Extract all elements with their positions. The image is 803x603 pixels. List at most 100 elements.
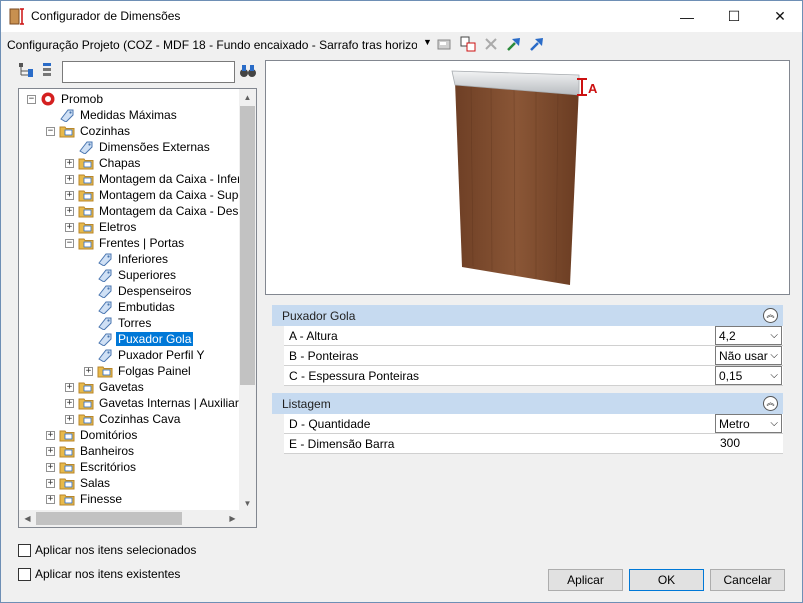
expand-icon[interactable]: + <box>65 222 74 232</box>
espessura-value: 0,15 <box>719 369 743 383</box>
collapse-icon[interactable]: − <box>27 94 36 104</box>
quantidade-value: Metro <box>719 417 750 431</box>
apply-selected-option[interactable]: Aplicar nos itens selecionados <box>18 543 196 557</box>
tree-node[interactable]: + Montagem da Caixa - Inferior <box>65 171 241 187</box>
tree-node-label: Salas <box>80 476 111 490</box>
tree-node-label: Banheiros <box>80 444 135 458</box>
tree-node[interactable]: Inferiores <box>84 251 170 267</box>
expand-icon[interactable]: + <box>65 382 74 392</box>
tree-node[interactable]: + Cozinhas Cava <box>65 411 182 427</box>
apply-existing-label: Aplicar nos itens existentes <box>35 567 181 581</box>
altura-select[interactable]: 4,2 ⌵ <box>715 326 782 345</box>
tree-node[interactable]: − Cozinhas <box>46 123 132 139</box>
chevron-down-icon[interactable]: ⌵ <box>770 418 778 429</box>
tree-node[interactable]: + Eletros <box>65 219 138 235</box>
collapse-icon[interactable]: − <box>46 126 55 136</box>
hscroll-thumb[interactable] <box>36 512 182 525</box>
expand-icon[interactable]: + <box>46 430 55 440</box>
configuration-label[interactable]: Configuração Projeto (COZ - MDF 18 - Fun… <box>7 38 417 52</box>
tree-node[interactable]: Dimensões Externas <box>65 139 212 155</box>
expand-icon[interactable]: + <box>46 478 55 488</box>
expand-icon[interactable]: + <box>65 398 74 408</box>
apply-button[interactable]: Aplicar <box>548 569 623 591</box>
ok-button[interactable]: OK <box>629 569 704 591</box>
tree-node[interactable]: + Banheiros <box>46 443 136 459</box>
expand-icon[interactable]: + <box>46 494 55 504</box>
apply-selected-checkbox[interactable] <box>18 543 31 557</box>
scroll-up-arrow[interactable]: ▲ <box>239 89 256 106</box>
tree-node[interactable]: Embutidas <box>84 299 177 315</box>
group-header[interactable]: Listagem ︽ <box>272 393 783 414</box>
close-button[interactable]: ✕ <box>757 1 803 32</box>
ponteiras-select[interactable]: Não usar ⌵ <box>715 346 782 365</box>
expand-icon[interactable]: + <box>65 414 74 424</box>
tree-node[interactable]: + Gavetas Internas | Auxiliares <box>65 395 241 411</box>
collapse-icon[interactable]: ︽ <box>763 396 778 411</box>
chevron-down-icon[interactable]: ▼ <box>423 37 432 47</box>
export-icon[interactable] <box>528 35 546 53</box>
tree-node[interactable]: Puxador Gola <box>84 331 194 347</box>
chevron-down-icon[interactable]: ⌵ <box>770 350 778 361</box>
horizontal-scrollbar[interactable]: ◀ ▶ <box>19 510 241 527</box>
copy-config-icon[interactable] <box>459 35 477 53</box>
tree-node[interactable]: Puxador Perfil Y <box>84 347 207 363</box>
expand-icon[interactable]: + <box>65 174 74 184</box>
tree-node[interactable]: Torres <box>84 315 153 331</box>
maximize-button[interactable]: ☐ <box>711 1 757 32</box>
apply-existing-checkbox[interactable] <box>18 567 31 581</box>
dimensao-barra-field[interactable]: 300 <box>715 434 782 453</box>
tree-node[interactable]: − Frentes | Portas <box>65 235 186 251</box>
expand-icon[interactable]: + <box>84 366 93 376</box>
tree-node[interactable]: + Montagem da Caixa - Superior <box>65 187 241 203</box>
tree-node-label: Inferiores <box>118 252 169 266</box>
tree-node[interactable]: + Domitórios <box>46 427 139 443</box>
tree-node[interactable]: + Escritórios <box>46 459 138 475</box>
cancel-button[interactable]: Cancelar <box>710 569 785 591</box>
save-config-icon[interactable] <box>436 35 454 53</box>
tree-node[interactable]: Superiores <box>84 267 178 283</box>
chevron-down-icon[interactable]: ⌵ <box>770 370 778 381</box>
folder-icon <box>78 398 94 410</box>
tree-view-icon[interactable] <box>18 62 34 78</box>
tree-node[interactable]: + Montagem da Caixa - Despenseiro <box>65 203 241 219</box>
tree-node-label: Promob <box>61 92 104 106</box>
expand-icon[interactable]: + <box>65 190 74 200</box>
expand-icon[interactable]: + <box>65 158 74 168</box>
tree-node[interactable]: − Promob <box>27 91 105 107</box>
tree-node[interactable]: + Chapas <box>65 155 142 171</box>
vertical-scrollbar[interactable]: ▲ ▼ <box>239 89 256 512</box>
tree-node[interactable]: + Salas <box>46 475 112 491</box>
expand-icon[interactable]: + <box>46 446 55 456</box>
chevron-down-icon[interactable]: ⌵ <box>770 330 778 341</box>
binoculars-icon[interactable] <box>239 63 257 79</box>
tree-node[interactable]: Medidas Máximas <box>46 107 179 123</box>
apply-existing-option[interactable]: Aplicar nos itens existentes <box>18 567 180 581</box>
minimize-button[interactable]: — <box>664 1 710 32</box>
altura-value: 4,2 <box>719 329 736 343</box>
delete-config-icon[interactable] <box>482 35 500 53</box>
tree-node-label: Folgas Painel <box>118 364 191 378</box>
folder-icon <box>78 414 94 426</box>
search-input[interactable] <box>62 61 235 83</box>
tree-node-label: Gavetas Internas | Auxiliares <box>99 396 241 410</box>
collapse-icon[interactable]: − <box>65 238 74 248</box>
property-row-ponteiras: B - Ponteiras Não usar ⌵ <box>284 346 783 366</box>
dimension-tree[interactable]: − Promob Medidas Máximas − Cozinhas Dimensões… <box>18 88 257 528</box>
expand-icon[interactable]: + <box>65 206 74 216</box>
tree-node[interactable]: + Gavetas <box>65 379 146 395</box>
property-row-dimensao-barra: E - Dimensão Barra 300 <box>284 434 783 454</box>
group-header[interactable]: Puxador Gola ︽ <box>272 305 783 326</box>
expand-icon[interactable]: + <box>46 462 55 472</box>
folder-icon <box>59 494 75 506</box>
import-icon[interactable] <box>505 35 523 53</box>
scroll-left-arrow[interactable]: ◀ <box>19 510 36 527</box>
folder-icon <box>59 126 75 138</box>
scroll-thumb[interactable] <box>240 106 255 385</box>
tree-node[interactable]: Despenseiros <box>84 283 193 299</box>
list-view-icon[interactable] <box>41 62 53 78</box>
tree-node[interactable]: + Folgas Painel <box>84 363 193 379</box>
espessura-select[interactable]: 0,15 ⌵ <box>715 366 782 385</box>
collapse-icon[interactable]: ︽ <box>763 308 778 323</box>
quantidade-select[interactable]: Metro ⌵ <box>715 414 782 433</box>
tree-node[interactable]: + Finesse <box>46 491 124 507</box>
